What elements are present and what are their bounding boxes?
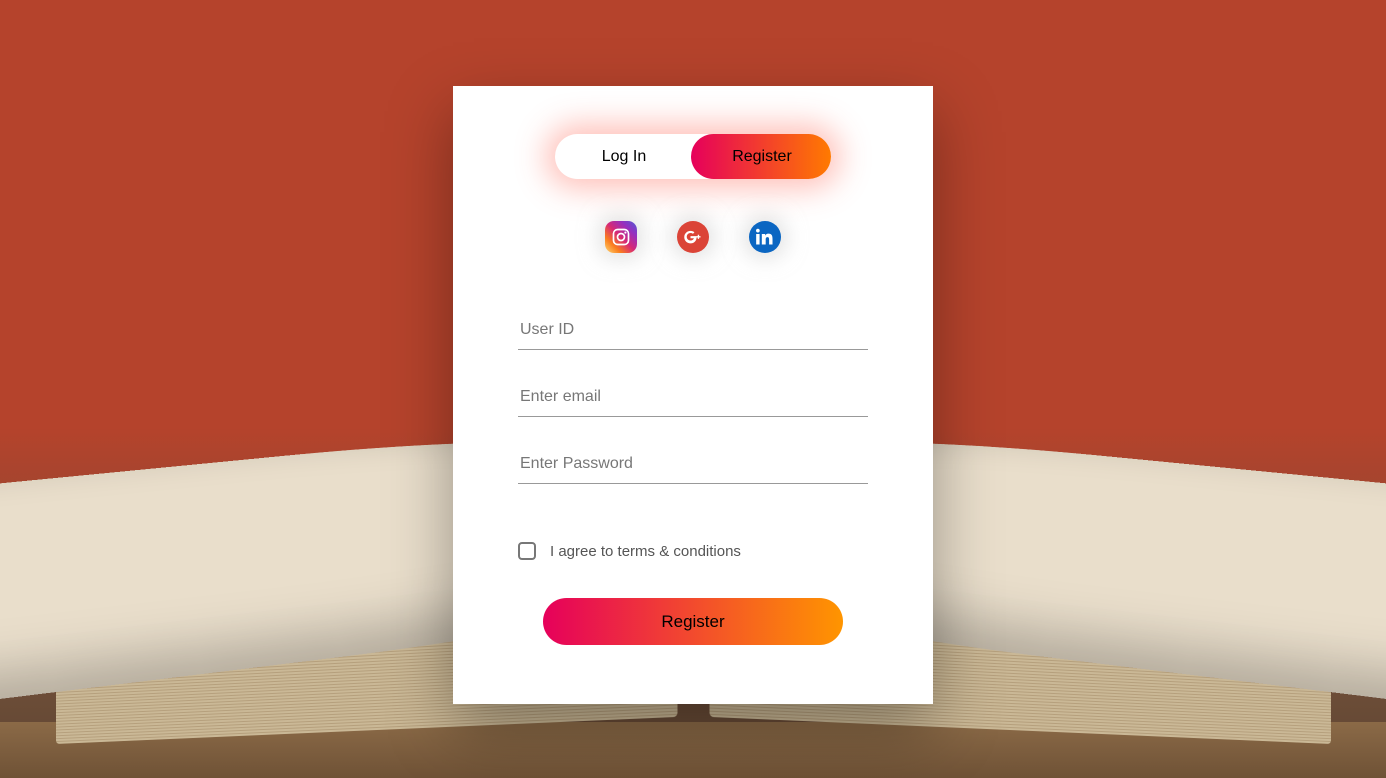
tab-login[interactable]: Log In	[555, 148, 693, 166]
googleplus-icon[interactable]	[677, 221, 709, 253]
auth-toggle: Log In Register	[555, 134, 831, 179]
email-input[interactable]	[518, 378, 868, 417]
register-button[interactable]: Register	[543, 598, 843, 645]
form-fields	[518, 311, 868, 484]
terms-label: I agree to terms & conditions	[550, 543, 741, 560]
linkedin-icon[interactable]	[749, 221, 781, 253]
terms-checkbox[interactable]	[518, 542, 536, 560]
auth-card: Log In Register I agree to terms & condi…	[453, 86, 933, 704]
social-row	[605, 221, 781, 253]
instagram-icon[interactable]	[605, 221, 637, 253]
terms-row: I agree to terms & conditions	[518, 542, 868, 560]
tab-register[interactable]: Register	[693, 148, 831, 166]
userid-input[interactable]	[518, 311, 868, 350]
password-input[interactable]	[518, 445, 868, 484]
